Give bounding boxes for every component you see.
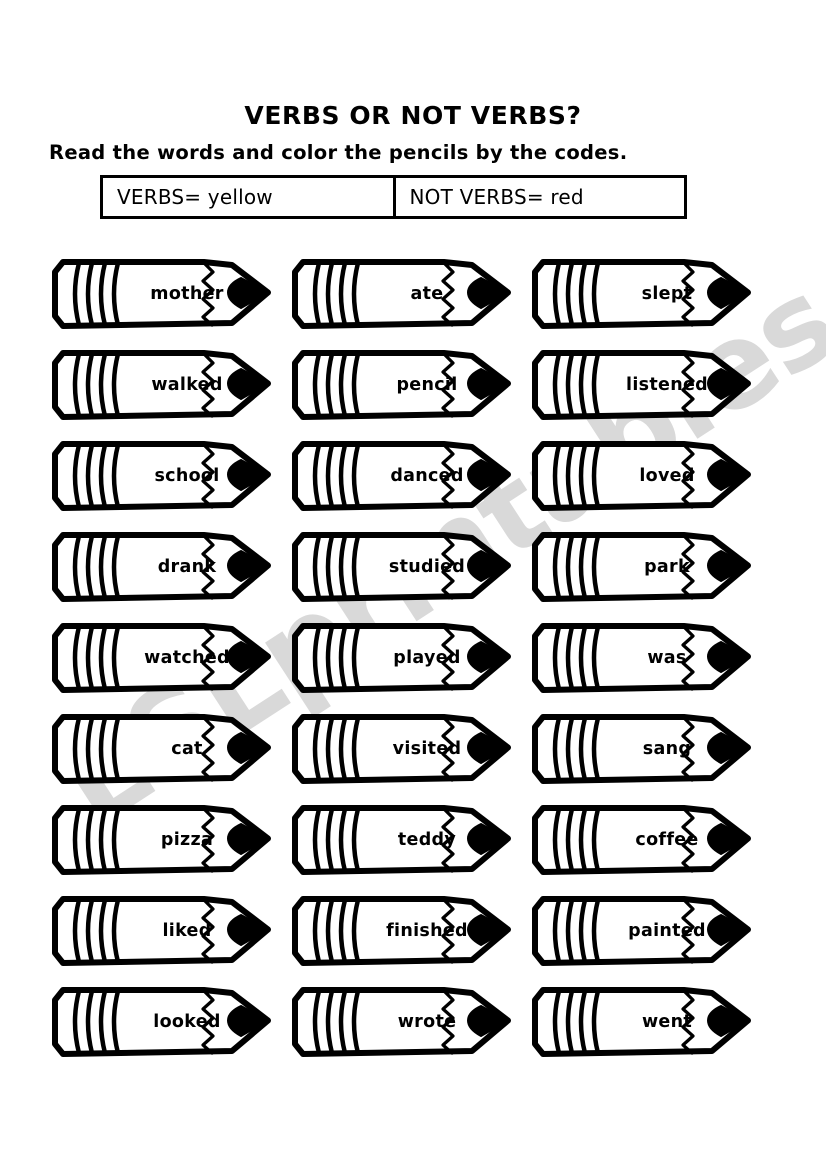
pencil-lead xyxy=(707,641,749,673)
pencil-wrote[interactable]: wrote xyxy=(292,987,516,1057)
pencil-lead xyxy=(707,459,749,491)
pencil-grid: mother ate slept walked pencil listened … xyxy=(0,0,826,1169)
pencil-lead xyxy=(467,550,509,582)
pencil-visited[interactable]: visited xyxy=(292,714,516,784)
pencil-lead xyxy=(467,914,509,946)
pencil-lead xyxy=(707,732,749,764)
pencil-lead xyxy=(227,277,269,309)
pencil-ate[interactable]: ate xyxy=(292,259,516,329)
pencil-school[interactable]: school xyxy=(52,441,276,511)
pencil-looked[interactable]: looked xyxy=(52,987,276,1057)
pencil-lead xyxy=(467,459,509,491)
worksheet-page: VERBS OR NOT VERBS? Read the words and c… xyxy=(0,0,826,1169)
pencil-slept[interactable]: slept xyxy=(532,259,756,329)
pencil-lead xyxy=(707,368,749,400)
pencil-lead xyxy=(707,914,749,946)
pencil-studied[interactable]: studied xyxy=(292,532,516,602)
pencil-painted[interactable]: painted xyxy=(532,896,756,966)
pencil-went[interactable]: went xyxy=(532,987,756,1057)
pencil-lead xyxy=(467,1005,509,1037)
pencil-lead xyxy=(227,368,269,400)
pencil-lead xyxy=(227,641,269,673)
pencil-lead xyxy=(467,277,509,309)
pencil-lead xyxy=(707,823,749,855)
pencil-mother[interactable]: mother xyxy=(52,259,276,329)
pencil-lead xyxy=(707,1005,749,1037)
pencil-lead xyxy=(227,823,269,855)
pencil-danced[interactable]: danced xyxy=(292,441,516,511)
pencil-watched[interactable]: watched xyxy=(52,623,276,693)
pencil-lead xyxy=(467,732,509,764)
pencil-lead xyxy=(467,641,509,673)
pencil-lead xyxy=(467,368,509,400)
pencil-drank[interactable]: drank xyxy=(52,532,276,602)
pencil-lead xyxy=(227,1005,269,1037)
pencil-loved[interactable]: loved xyxy=(532,441,756,511)
pencil-lead xyxy=(227,550,269,582)
pencil-teddy[interactable]: teddy xyxy=(292,805,516,875)
pencil-listened[interactable]: listened xyxy=(532,350,756,420)
pencil-lead xyxy=(227,914,269,946)
pencil-lead xyxy=(707,277,749,309)
pencil-pizza[interactable]: pizza xyxy=(52,805,276,875)
pencil-lead xyxy=(227,732,269,764)
pencil-lead xyxy=(707,550,749,582)
pencil-pencil[interactable]: pencil xyxy=(292,350,516,420)
pencil-played[interactable]: played xyxy=(292,623,516,693)
pencil-lead xyxy=(227,459,269,491)
pencil-was[interactable]: was xyxy=(532,623,756,693)
pencil-lead xyxy=(467,823,509,855)
pencil-sang[interactable]: sang xyxy=(532,714,756,784)
pencil-park[interactable]: park xyxy=(532,532,756,602)
pencil-coffee[interactable]: coffee xyxy=(532,805,756,875)
pencil-walked[interactable]: walked xyxy=(52,350,276,420)
pencil-finished[interactable]: finished xyxy=(292,896,516,966)
pencil-liked[interactable]: liked xyxy=(52,896,276,966)
pencil-cat[interactable]: cat xyxy=(52,714,276,784)
